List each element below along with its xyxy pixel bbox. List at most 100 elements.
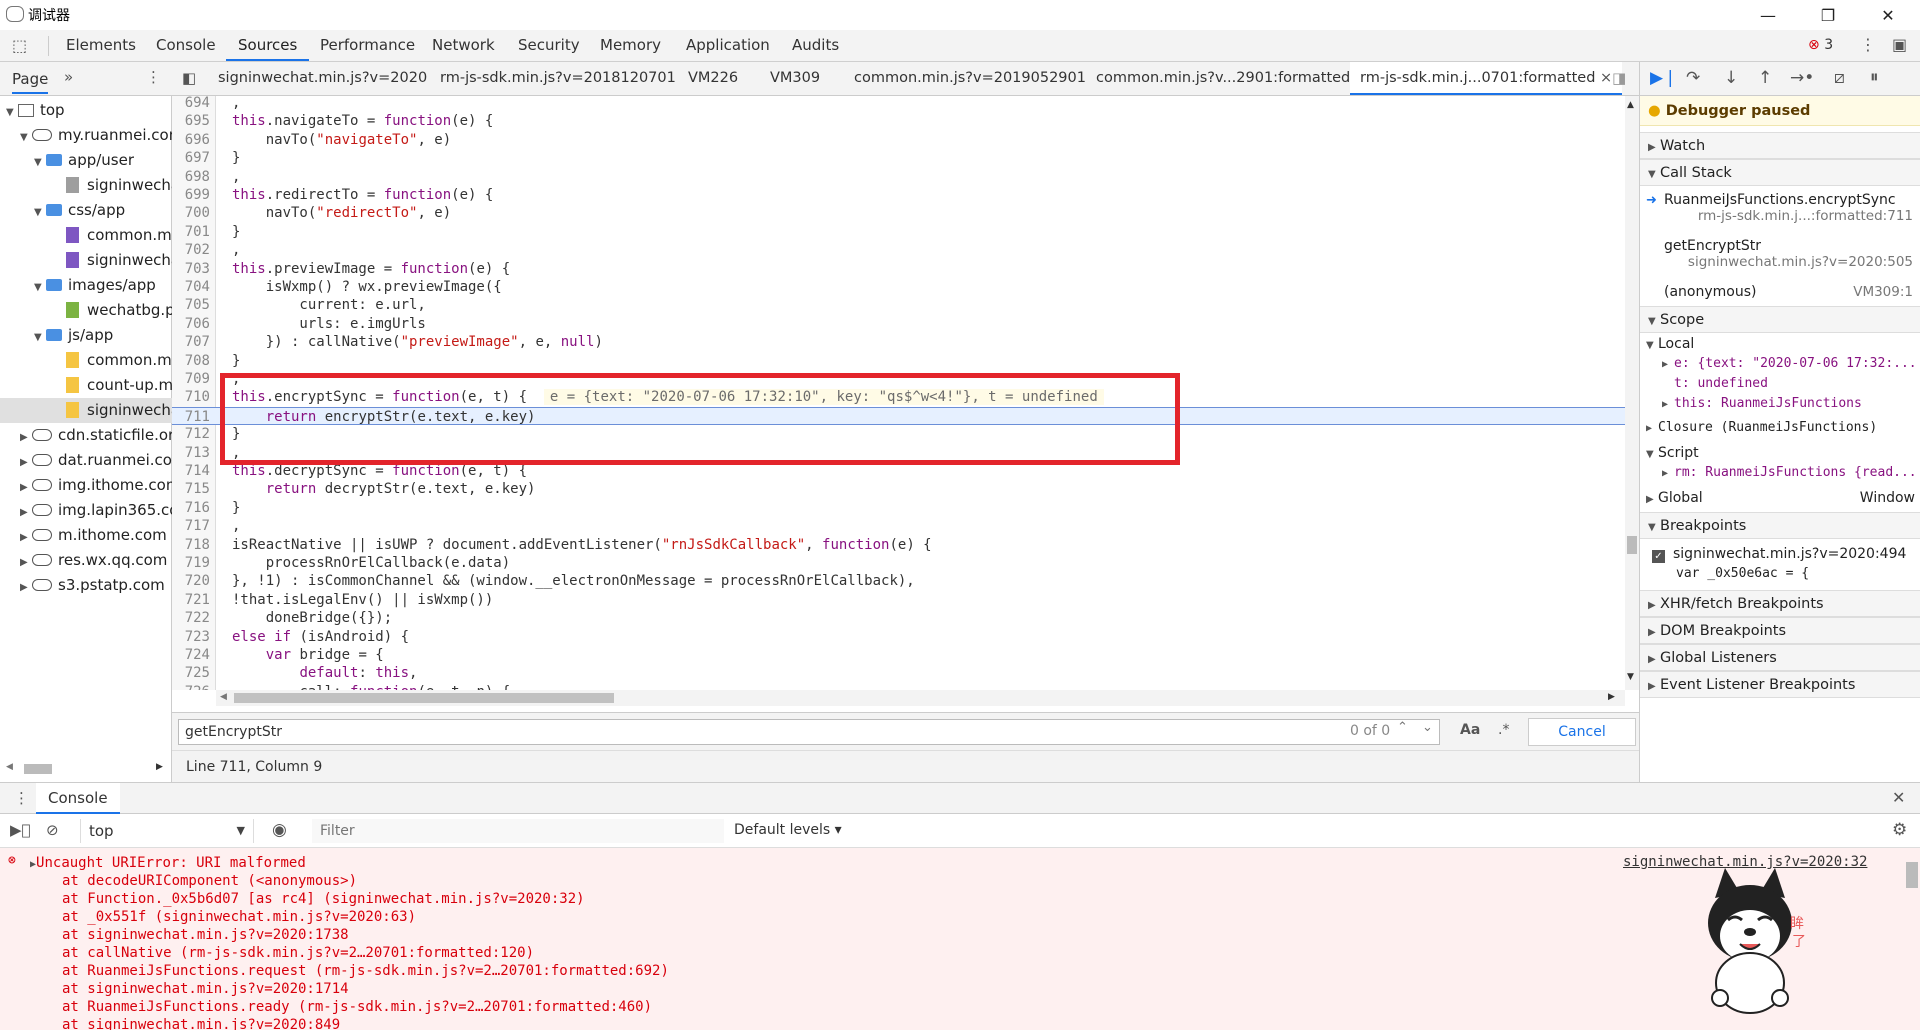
- code-line[interactable]: 699 this.redirectTo = function(e) {: [172, 186, 1625, 204]
- close-icon[interactable]: ✕: [1860, 0, 1916, 30]
- console-scrollbar-thumb[interactable]: [1906, 862, 1918, 888]
- line-number[interactable]: 715: [172, 480, 210, 498]
- editor-tab[interactable]: signinwechat.min.js?v=2020: [218, 62, 427, 95]
- editor-tab[interactable]: rm-js-sdk.min.js?v=2018120701: [440, 62, 676, 95]
- code-line[interactable]: 702,: [172, 241, 1625, 259]
- code-line[interactable]: 723 else if (isAndroid) {: [172, 628, 1625, 646]
- stack-line[interactable]: at signinwechat.min.js?v=2020:849: [62, 1016, 340, 1030]
- stack-line[interactable]: at signinwechat.min.js?v=2020:1714: [62, 980, 349, 998]
- code-line[interactable]: 721 !that.isLegalEnv() || isWxmp()): [172, 591, 1625, 609]
- editor-tab-active[interactable]: rm-js-sdk.min.j...0701:formatted ×: [1350, 62, 1623, 95]
- inspect-element-icon[interactable]: ⬚: [12, 36, 27, 55]
- code-line[interactable]: 700 navTo("redirectTo", e): [172, 204, 1625, 222]
- section-dom-breakpoints[interactable]: ▶ DOM Breakpoints: [1640, 617, 1920, 644]
- line-number[interactable]: 716: [172, 499, 210, 517]
- tree-item[interactable]: ▶ m.ithome.com: [20, 523, 167, 548]
- code-line[interactable]: 725 default: this,: [172, 664, 1625, 682]
- line-number[interactable]: 698: [172, 168, 210, 186]
- tree-item[interactable]: ▼ top: [6, 98, 65, 123]
- toggle-debugger-icon[interactable]: ◨: [1612, 69, 1626, 87]
- search-input[interactable]: getEncryptStr: [178, 719, 1440, 745]
- editor-tab[interactable]: common.min.js?v...2901:formatted: [1096, 62, 1350, 95]
- editor-tab[interactable]: VM226: [688, 62, 738, 95]
- line-number[interactable]: 703: [172, 260, 210, 278]
- drawer-menu-icon[interactable]: ⋮: [14, 789, 29, 807]
- line-number[interactable]: 724: [172, 646, 210, 664]
- line-number[interactable]: 711: [172, 408, 210, 426]
- code-line[interactable]: 715 return decryptStr(e.text, e.key): [172, 480, 1625, 498]
- tab-application[interactable]: Application: [686, 30, 770, 61]
- tab-performance[interactable]: Performance: [320, 30, 415, 61]
- code-line[interactable]: 705 current: e.url,: [172, 296, 1625, 314]
- tree-item[interactable]: common.mi: [66, 223, 176, 248]
- stack-line[interactable]: at RuanmeiJsFunctions.request (rm-js-sdk…: [62, 962, 669, 980]
- eye-icon[interactable]: ◉: [272, 820, 287, 840]
- line-number[interactable]: 718: [172, 536, 210, 554]
- code-line[interactable]: 719 processRnOrElCallback(e.data): [172, 554, 1625, 572]
- step-out-icon[interactable]: ↑: [1758, 68, 1772, 88]
- line-number[interactable]: 719: [172, 554, 210, 572]
- tab-close-icon[interactable]: ×: [1600, 70, 1612, 86]
- call-frame[interactable]: (anonymous) VM309:1: [1640, 284, 1920, 306]
- line-number[interactable]: 722: [172, 609, 210, 627]
- line-number[interactable]: 708: [172, 352, 210, 370]
- code-line[interactable]: 724 var bridge = {: [172, 646, 1625, 664]
- code-line[interactable]: 720}, !1) : isCommonChannel && (window._…: [172, 572, 1625, 590]
- search-next-icon[interactable]: ⌄: [1422, 720, 1433, 735]
- editor-tab[interactable]: common.min.js?v=2019052901: [854, 62, 1086, 95]
- code-line[interactable]: 716}: [172, 499, 1625, 517]
- section-xhr-breakpoints[interactable]: ▶ XHR/fetch Breakpoints: [1640, 590, 1920, 617]
- tree-item[interactable]: common.mi: [66, 348, 176, 373]
- line-number[interactable]: 720: [172, 572, 210, 590]
- error-message[interactable]: ▶Uncaught URIError: URI malformed: [30, 854, 306, 874]
- scope-local[interactable]: ▼ Local: [1640, 336, 1920, 352]
- code-line[interactable]: 695 this.navigateTo = function(e) {: [172, 112, 1625, 130]
- more-icon[interactable]: ⋮: [1860, 35, 1876, 54]
- code-line[interactable]: 703 this.previewImage = function(e) {: [172, 260, 1625, 278]
- tree-item[interactable]: wechatbg.pr: [66, 298, 181, 323]
- section-watch[interactable]: ▶ Watch: [1640, 132, 1920, 159]
- context-select[interactable]: top ▼: [80, 819, 254, 843]
- breakpoint-item[interactable]: ✓ signinwechat.min.js?v=2020:494: [1640, 546, 1920, 563]
- line-number[interactable]: 700: [172, 204, 210, 222]
- clear-console-icon[interactable]: ⊘: [46, 821, 59, 839]
- editor-vertical-scrollbar[interactable]: ▲ ▼: [1625, 96, 1639, 690]
- regex-button[interactable]: .*: [1498, 722, 1509, 738]
- tab-sources[interactable]: Sources: [226, 30, 310, 61]
- scope-script[interactable]: ▼ Script: [1640, 445, 1920, 461]
- tab-elements[interactable]: Elements: [66, 30, 136, 61]
- stack-line[interactable]: at _0x551f (signinwechat.min.js?v=2020:6…: [62, 908, 416, 926]
- match-case-button[interactable]: Aa: [1460, 722, 1480, 738]
- line-number[interactable]: 723: [172, 628, 210, 646]
- tree-item[interactable]: ▼ css/app: [34, 198, 125, 223]
- pause-on-exceptions-icon[interactable]: ⏸: [1870, 67, 1879, 87]
- code-line[interactable]: 698,: [172, 168, 1625, 186]
- tree-item[interactable]: signinwecha: [66, 248, 180, 273]
- line-number[interactable]: 709: [172, 370, 210, 388]
- navigator-menu-icon[interactable]: ⋮: [146, 68, 161, 86]
- tree-item[interactable]: ▶ cdn.staticfile.org: [20, 423, 183, 448]
- step-into-icon[interactable]: ↓: [1724, 68, 1738, 88]
- log-levels-dropdown[interactable]: Default levels ▾: [734, 822, 842, 838]
- scope-global[interactable]: ▶ Global Window: [1640, 490, 1920, 506]
- code-line[interactable]: 697}: [172, 149, 1625, 167]
- deactivate-breakpoints-icon[interactable]: ⧄: [1834, 68, 1845, 88]
- tab-memory[interactable]: Memory: [600, 30, 661, 61]
- line-number[interactable]: 707: [172, 333, 210, 351]
- line-number[interactable]: 726: [172, 683, 210, 690]
- tree-item[interactable]: ▼ images/app: [34, 273, 156, 298]
- line-number[interactable]: 717: [172, 517, 210, 535]
- section-breakpoints[interactable]: ▼ Breakpoints: [1640, 512, 1920, 539]
- code-line[interactable]: 717,: [172, 517, 1625, 535]
- tree-item-selected[interactable]: signinwecha: [0, 398, 172, 423]
- console-filter-input[interactable]: [312, 819, 724, 843]
- call-frame[interactable]: getEncryptStr signinwechat.min.js?v=2020…: [1640, 238, 1920, 282]
- navigator-tab-page[interactable]: Page: [12, 70, 49, 94]
- search-prev-icon[interactable]: ⌃: [1397, 720, 1408, 735]
- tree-item[interactable]: ▶ res.wx.qq.com: [20, 548, 167, 573]
- section-event-listener-breakpoints[interactable]: ▶ Event Listener Breakpoints: [1640, 671, 1920, 698]
- tab-audits[interactable]: Audits: [792, 30, 839, 61]
- cancel-search-button[interactable]: Cancel: [1528, 718, 1636, 746]
- resume-icon[interactable]: ▶❘: [1650, 68, 1677, 88]
- scope-var-rm[interactable]: ▶ rm: RuanmeiJsFunctions {read...: [1640, 465, 1920, 480]
